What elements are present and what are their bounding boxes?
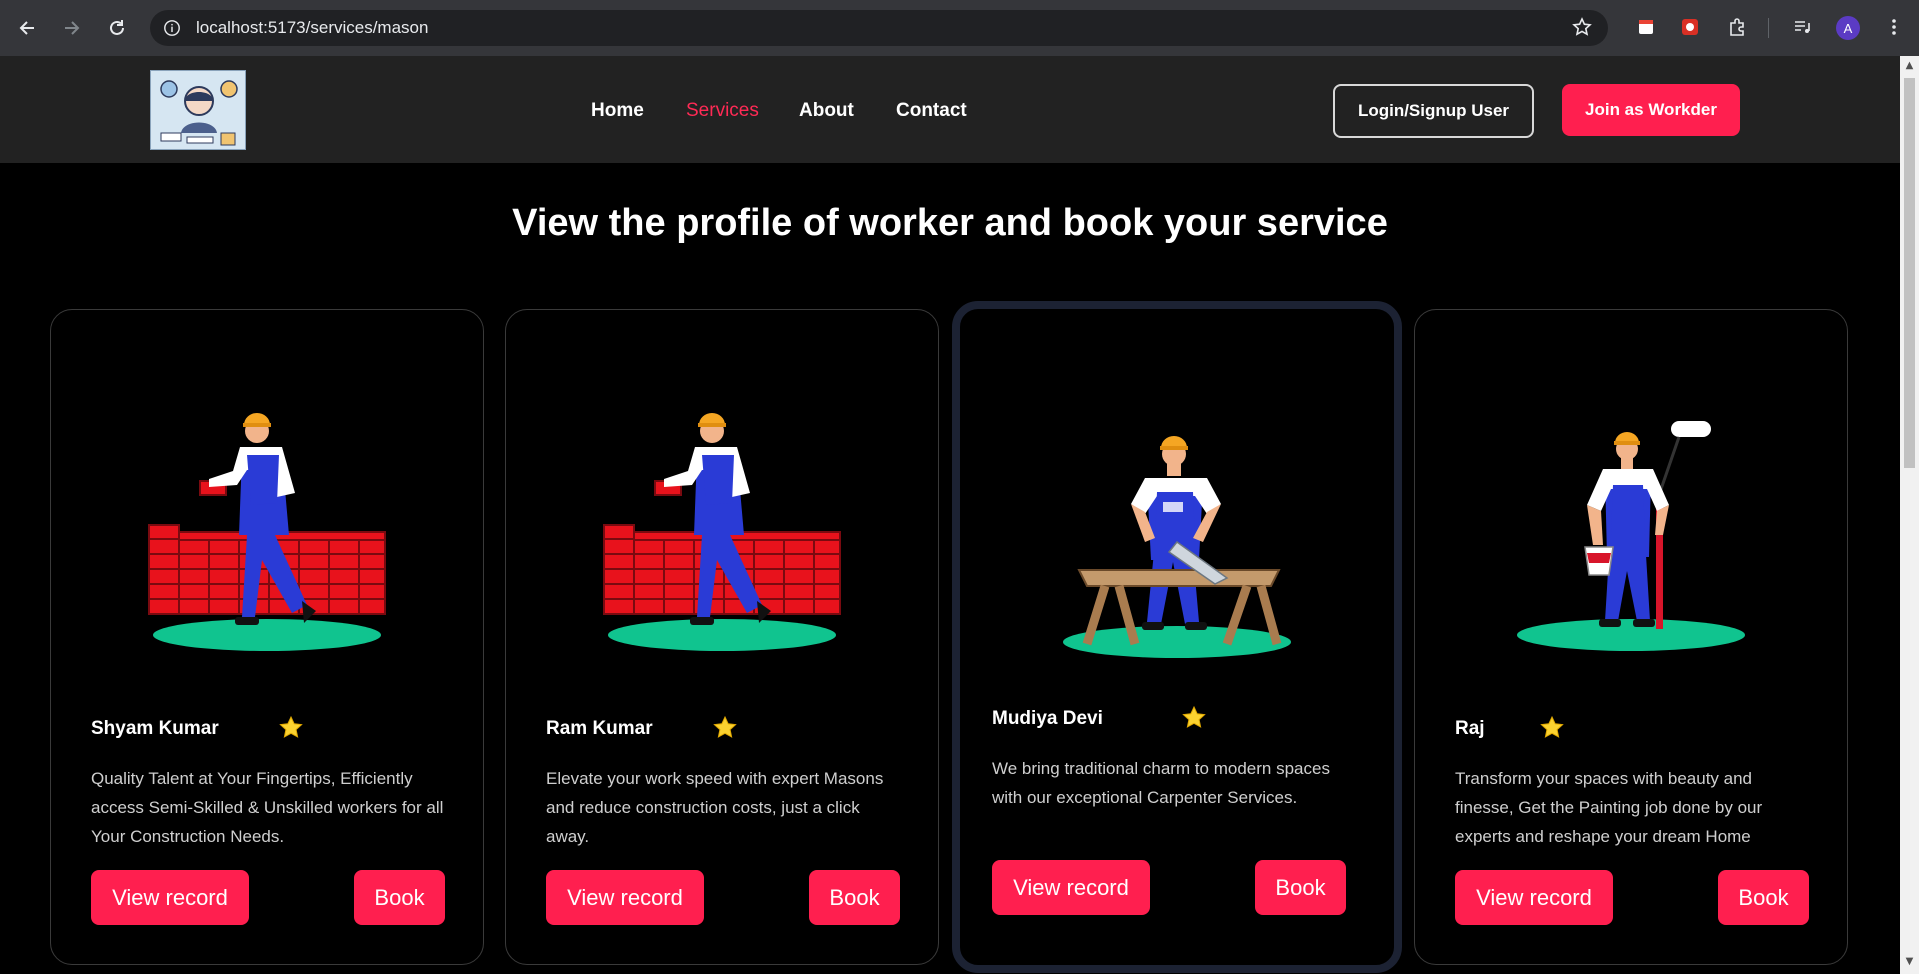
scroll-down-arrow-icon[interactable]: ▼ bbox=[1900, 956, 1919, 970]
scroll-up-arrow-icon[interactable]: ▲ bbox=[1900, 60, 1919, 74]
worker-name: Ram Kumar bbox=[546, 718, 653, 739]
extension-calendar-icon[interactable] bbox=[1634, 15, 1658, 39]
book-button[interactable]: Book bbox=[809, 870, 900, 925]
nav-about[interactable]: About bbox=[799, 100, 854, 122]
reload-icon[interactable] bbox=[101, 12, 133, 44]
worker-description: Quality Talent at Your Fingertips, Effic… bbox=[91, 769, 444, 846]
book-button[interactable]: Book bbox=[354, 870, 445, 925]
brand-logo[interactable] bbox=[150, 70, 246, 150]
forward-arrow-icon[interactable] bbox=[56, 12, 88, 44]
join-as-worker-button[interactable]: Join as Workder bbox=[1562, 84, 1740, 136]
site-header: Home Services About Contact Login/Signup… bbox=[0, 56, 1900, 163]
page-scrollbar[interactable]: ▲ ▼ bbox=[1900, 56, 1919, 974]
bookmark-star-icon[interactable] bbox=[1572, 17, 1592, 41]
view-record-button[interactable]: View record bbox=[91, 870, 249, 925]
book-button[interactable]: Book bbox=[1255, 860, 1346, 915]
nav-services[interactable]: Services bbox=[686, 100, 759, 122]
mason-illustration bbox=[603, 412, 841, 652]
worker-description: We bring traditional charm to modern spa… bbox=[992, 759, 1330, 807]
browser-toolbar: localhost:5173/services/mason A bbox=[0, 0, 1919, 56]
worker-card: Mudiya Devi We bring traditional charm t… bbox=[952, 301, 1402, 973]
star-icon bbox=[1182, 706, 1206, 728]
worker-name: Raj bbox=[1455, 718, 1485, 739]
view-record-button[interactable]: View record bbox=[1455, 870, 1613, 925]
painter-illustration bbox=[1515, 419, 1747, 653]
worker-description: Transform your spaces with beauty and fi… bbox=[1455, 769, 1763, 846]
star-icon bbox=[1540, 716, 1564, 738]
worker-description: Elevate your work speed with expert Maso… bbox=[546, 769, 884, 846]
browser-menu-icon[interactable] bbox=[1882, 15, 1906, 39]
toolbar-divider bbox=[1768, 18, 1769, 38]
star-icon bbox=[279, 716, 303, 738]
star-icon bbox=[713, 716, 737, 738]
extension-red-icon[interactable] bbox=[1678, 15, 1702, 39]
scroll-thumb[interactable] bbox=[1904, 78, 1915, 468]
url-text[interactable]: localhost:5173/services/mason bbox=[196, 18, 428, 38]
worker-name: Mudiya Devi bbox=[992, 708, 1103, 729]
back-arrow-icon[interactable] bbox=[11, 12, 43, 44]
view-record-button[interactable]: View record bbox=[992, 860, 1150, 915]
nav-contact[interactable]: Contact bbox=[896, 100, 967, 122]
worker-card: Raj Transform your spaces with beauty an… bbox=[1414, 309, 1848, 965]
carpenter-illustration bbox=[1027, 392, 1327, 692]
worker-card: Ram Kumar Elevate your work speed with e… bbox=[505, 309, 939, 965]
media-controls-icon[interactable] bbox=[1790, 15, 1814, 39]
book-button[interactable]: Book bbox=[1718, 870, 1809, 925]
login-signup-button[interactable]: Login/Signup User bbox=[1333, 84, 1534, 138]
worker-name: Shyam Kumar bbox=[91, 718, 219, 739]
address-bar[interactable]: localhost:5173/services/mason bbox=[150, 10, 1608, 46]
site-info-icon[interactable] bbox=[162, 18, 182, 38]
profile-avatar[interactable]: A bbox=[1836, 16, 1860, 40]
extensions-puzzle-icon[interactable] bbox=[1725, 15, 1749, 39]
nav-home[interactable]: Home bbox=[591, 100, 644, 122]
mason-illustration bbox=[148, 412, 386, 652]
worker-card: Shyam Kumar Quality Talent at Your Finge… bbox=[50, 309, 484, 965]
view-record-button[interactable]: View record bbox=[546, 870, 704, 925]
page-title: View the profile of worker and book your… bbox=[512, 202, 1388, 244]
